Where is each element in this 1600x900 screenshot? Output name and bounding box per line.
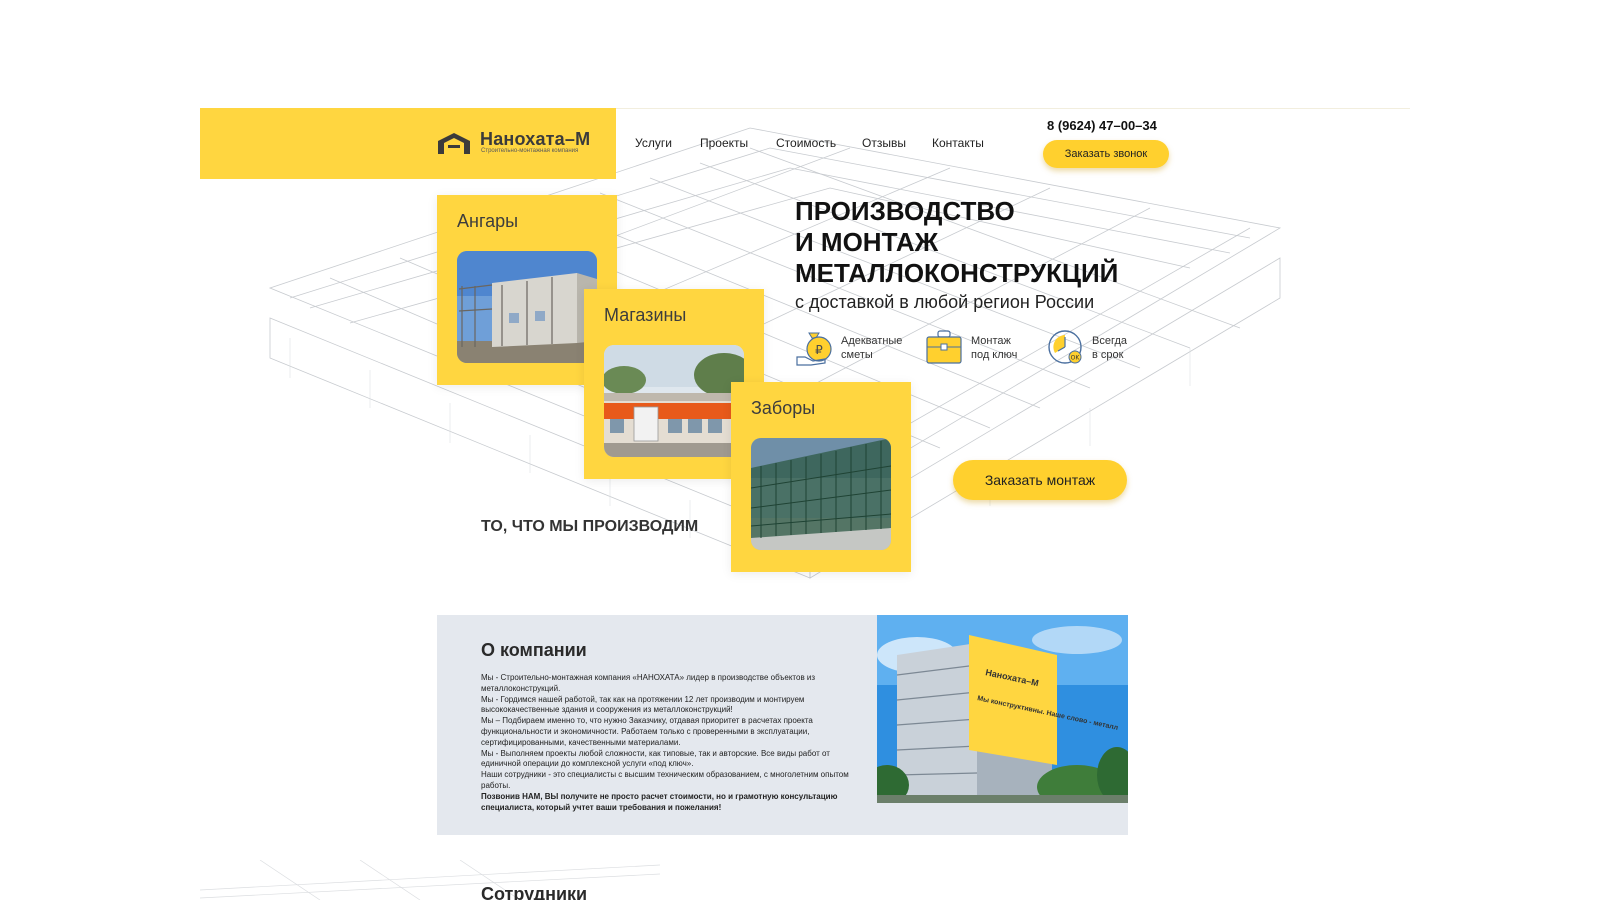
hero-subtitle: с доставкой в любой регион России bbox=[795, 292, 1095, 312]
logo-subtitle: Строительно-монтажная компания bbox=[481, 148, 579, 154]
order-installation-button[interactable]: Заказать монтаж bbox=[953, 460, 1127, 500]
about-title: О компании bbox=[481, 640, 587, 660]
about-text: Мы - Строительно-монтажная компания «НАН… bbox=[481, 673, 849, 812]
card-title: Заборы bbox=[751, 398, 816, 418]
money-bag-icon: ₽ bbox=[795, 327, 833, 367]
phone-number[interactable]: 8 (9624) 47–00–34 bbox=[1047, 118, 1157, 133]
hero-title: ПРОИЗВОДСТВО И МОНТАЖ МЕТАЛЛОКОНСТРУКЦИЙ bbox=[795, 196, 1119, 288]
nav-item-reviews[interactable]: Отзывы bbox=[862, 136, 906, 150]
order-call-button[interactable]: Заказать звонок bbox=[1043, 140, 1169, 168]
nav-item-contacts[interactable]: Контакты bbox=[932, 136, 984, 150]
fence-photo bbox=[751, 438, 891, 550]
house-logo-icon[interactable] bbox=[436, 131, 472, 155]
clock-check-icon: OK bbox=[1046, 327, 1084, 367]
hangar-photo bbox=[457, 251, 597, 363]
nav-item-projects[interactable]: Проекты bbox=[700, 136, 748, 150]
logo-name[interactable]: Нанохата–М bbox=[480, 129, 590, 150]
card-title: Ангары bbox=[457, 211, 519, 231]
card-title: Магазины bbox=[604, 305, 687, 325]
svg-text:₽: ₽ bbox=[815, 343, 823, 357]
briefcase-icon bbox=[925, 327, 963, 367]
nav-item-services[interactable]: Услуги bbox=[635, 136, 672, 150]
staff-background-blueprint bbox=[200, 860, 660, 900]
company-building-photo: Нанохата–М Мы конструктивны. Наше слово … bbox=[877, 615, 1128, 803]
staff-title: Сотрудники bbox=[481, 884, 588, 900]
products-heading: ТО, ЧТО МЫ ПРОИЗВОДИМ bbox=[481, 518, 699, 535]
about-section-footer bbox=[877, 803, 1128, 835]
svg-text:OK: OK bbox=[1071, 355, 1081, 362]
nav-item-pricing[interactable]: Стоимость bbox=[776, 136, 836, 150]
shop-photo bbox=[604, 345, 744, 457]
product-card-fences[interactable]: Заборы bbox=[731, 382, 911, 572]
